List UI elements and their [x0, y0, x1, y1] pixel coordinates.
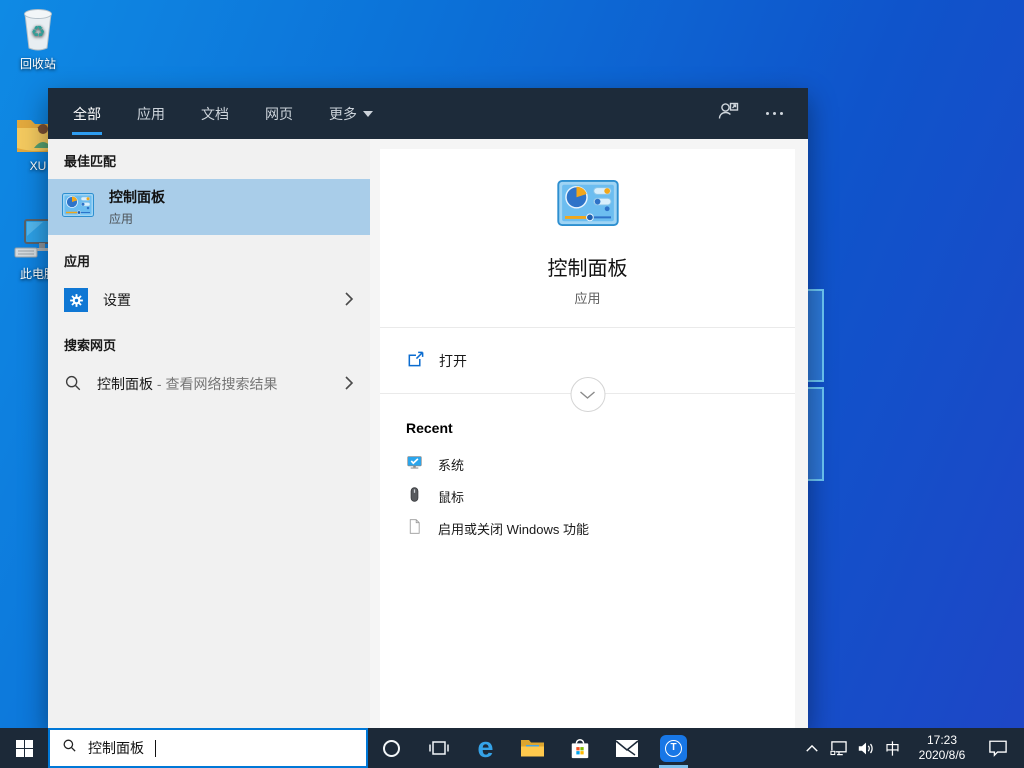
recycle-bin-icon: ♻ — [0, 6, 76, 52]
cortana-icon — [383, 740, 400, 757]
text-cursor — [155, 740, 156, 757]
clock-date: 2020/8/6 — [906, 748, 978, 763]
recent-item-label: 启用或关闭 Windows 功能 — [438, 519, 589, 538]
search-icon — [62, 738, 77, 758]
recent-item-system[interactable]: 系统 — [406, 448, 769, 480]
tab-web-label: 网页 — [265, 104, 293, 124]
task-view-icon — [428, 739, 450, 757]
more-options-icon[interactable] — [766, 112, 783, 115]
taskbar-search-box[interactable]: 控制面板 — [48, 728, 368, 768]
recent-item-label: 鼠标 — [438, 487, 464, 506]
control-panel-icon-large — [557, 213, 619, 230]
search-input-value: 控制面板 — [88, 738, 144, 758]
tab-apps-label: 应用 — [137, 104, 165, 124]
result-settings[interactable]: 设置 — [48, 281, 370, 319]
action-center-button[interactable] — [978, 728, 1018, 768]
tab-documents[interactable]: 文档 — [201, 88, 229, 139]
search-icon — [64, 374, 82, 395]
ime-label: 中 — [885, 738, 900, 759]
svg-text:♻: ♻ — [31, 24, 45, 41]
tab-documents-label: 文档 — [201, 104, 229, 124]
tab-more[interactable]: 更多 — [329, 88, 373, 139]
store-button[interactable] — [556, 728, 603, 768]
notification-icon — [988, 739, 1008, 757]
web-search-query: 控制面板 — [97, 376, 153, 392]
control-panel-icon — [62, 193, 94, 222]
sign-in-options-icon[interactable] — [716, 100, 740, 127]
search-results-pane: 最佳匹配 — [48, 139, 370, 728]
chevron-right-icon[interactable] — [344, 291, 354, 310]
best-match-title: 控制面板 — [109, 187, 165, 207]
web-section-header: 搜索网页 — [48, 319, 370, 363]
chevron-down-icon — [363, 111, 373, 117]
web-search-suffix: - 查看网络搜索结果 — [153, 376, 277, 392]
search-preview-pane: 控制面板 应用 打开 — [370, 139, 808, 728]
mouse-icon — [406, 486, 423, 506]
preview-title: 控制面板 — [380, 252, 795, 281]
tab-web[interactable]: 网页 — [265, 88, 293, 139]
tab-apps[interactable]: 应用 — [137, 88, 165, 139]
chevron-up-icon — [805, 744, 819, 753]
volume-tray-button[interactable] — [852, 728, 879, 768]
tab-all[interactable]: 全部 — [73, 88, 101, 139]
open-label: 打开 — [439, 351, 467, 371]
desktop-icon-label: 回收站 — [0, 55, 76, 72]
taskbar-clock[interactable]: 17:23 2020/8/6 — [906, 733, 978, 763]
best-match-subtitle: 应用 — [109, 210, 165, 227]
chevron-right-icon[interactable] — [344, 375, 354, 394]
preview-subtitle: 应用 — [380, 288, 795, 307]
settings-gear-icon — [64, 288, 88, 312]
open-external-icon — [406, 350, 425, 372]
start-button[interactable] — [0, 728, 48, 768]
tray-expand-button[interactable] — [798, 728, 825, 768]
recent-header: Recent — [406, 420, 769, 436]
windows-logo-icon — [16, 740, 33, 757]
tab-more-label: 更多 — [329, 104, 357, 124]
preview-hero: 控制面板 应用 — [380, 149, 795, 328]
network-tray-button[interactable] — [825, 728, 852, 768]
search-flyout-panel: 全部 应用 文档 网页 更多 — [48, 88, 808, 728]
settings-label: 设置 — [103, 290, 131, 310]
pinned-app-button[interactable]: T — [650, 728, 697, 768]
pinned-app-icon: T — [660, 735, 687, 762]
edge-button[interactable]: e — [462, 728, 509, 768]
mail-icon — [615, 739, 639, 758]
edge-icon: e — [477, 734, 493, 763]
speaker-icon — [857, 741, 875, 756]
recent-section: Recent 系统 — [380, 394, 795, 544]
expand-preview-button[interactable] — [570, 377, 605, 412]
recent-item-windows-features[interactable]: 启用或关闭 Windows 功能 — [406, 512, 769, 544]
apps-section-header: 应用 — [48, 235, 370, 279]
store-icon — [569, 736, 591, 760]
ime-indicator[interactable]: 中 — [879, 728, 906, 768]
search-tabs-bar: 全部 应用 文档 网页 更多 — [48, 88, 808, 139]
file-explorer-button[interactable] — [509, 728, 556, 768]
system-monitor-icon — [406, 454, 423, 474]
network-icon — [829, 740, 848, 757]
tab-all-label: 全部 — [73, 104, 101, 124]
recent-item-mouse[interactable]: 鼠标 — [406, 480, 769, 512]
best-match-result-control-panel[interactable]: 控制面板 应用 — [48, 179, 370, 235]
clock-time: 17:23 — [906, 733, 978, 748]
result-web-search[interactable]: 控制面板 - 查看网络搜索结果 — [48, 363, 370, 405]
preview-card: 控制面板 应用 打开 — [380, 149, 795, 728]
cortana-button[interactable] — [368, 728, 415, 768]
taskbar: 控制面板 e — [0, 728, 1024, 768]
task-view-button[interactable] — [415, 728, 462, 768]
document-page-icon — [406, 518, 423, 538]
mail-button[interactable] — [603, 728, 650, 768]
desktop-icon-recycle-bin[interactable]: ♻ 回收站 — [0, 6, 76, 72]
file-explorer-icon — [520, 738, 545, 758]
best-match-header: 最佳匹配 — [48, 139, 370, 179]
recent-item-label: 系统 — [438, 455, 464, 474]
system-tray: 中 17:23 2020/8/6 — [798, 728, 1024, 768]
